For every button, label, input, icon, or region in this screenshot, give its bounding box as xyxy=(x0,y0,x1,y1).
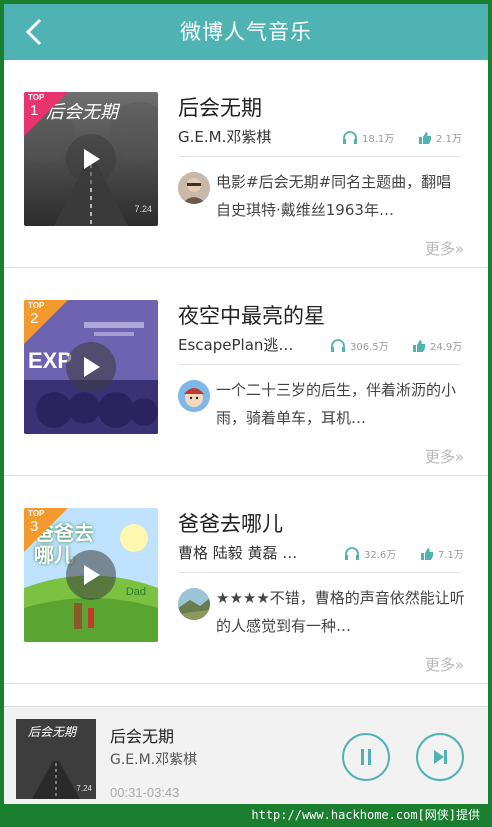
next-track-icon xyxy=(434,750,447,764)
listen-count: 306.5万 xyxy=(330,338,389,353)
watermark: http://www.hackhome.com[网侠]提供 xyxy=(0,804,492,827)
album-cover-date: 7.24 xyxy=(76,784,92,793)
thumbs-up-icon xyxy=(413,339,425,352)
song-title[interactable]: 后会无期 xyxy=(178,92,262,122)
headphones-icon xyxy=(343,130,357,144)
more-link[interactable]: 更多» xyxy=(425,446,464,467)
song-list[interactable]: 后会无期 7.24 TOP 1 后会无期 G.E.M.邓紫棋 18.1万 2.1… xyxy=(4,60,488,706)
rank-number: 1 xyxy=(30,102,39,119)
rank-top-label: TOP xyxy=(28,301,45,310)
avatar-image xyxy=(178,380,210,412)
now-playing-artist: G.E.M.邓紫棋 xyxy=(110,752,198,768)
like-count: 7.1万 xyxy=(420,546,464,561)
like-count: 2.1万 xyxy=(418,130,462,145)
album-cover-subtext: Dad xyxy=(125,586,146,598)
comment-preview: 电影#后会无期#同名主题曲，翻唱自史琪特·戴维丝1963年… xyxy=(216,173,452,219)
play-button[interactable] xyxy=(66,550,116,600)
song-card-1[interactable]: 后会无期 7.24 TOP 1 后会无期 G.E.M.邓紫棋 18.1万 2.1… xyxy=(4,60,488,268)
like-count: 24.9万 xyxy=(412,338,462,353)
listen-count-value: 306.5万 xyxy=(350,342,389,353)
now-playing-cover[interactable]: 后会无期 7.24 xyxy=(16,719,96,799)
now-playing-bar[interactable]: 后会无期 7.24 后会无期 G.E.M.邓紫棋 00:31-03:43 xyxy=(4,706,488,804)
rank-number: 3 xyxy=(30,518,39,535)
song-title[interactable]: 爸爸去哪儿 xyxy=(178,508,283,538)
comment-preview: 一个二十三岁的后生，伴着淅沥的小雨，骑着单车，耳机… xyxy=(216,381,457,427)
artist-name: 曹格 陆毅 黄磊 … xyxy=(178,544,298,562)
pause-icon xyxy=(361,749,371,765)
artist-name: EscapePlan逃… xyxy=(178,336,294,354)
app-frame: 微博人气音乐 后会无期 7.24 TOP 1 后会无期 G.E.M.邓紫棋 18… xyxy=(4,4,488,804)
play-button[interactable] xyxy=(66,342,116,392)
rank-top-label: TOP xyxy=(28,93,45,102)
listen-count-value: 32.6万 xyxy=(364,550,397,561)
headphones-icon xyxy=(331,338,345,352)
like-count-value: 7.1万 xyxy=(438,550,464,561)
like-count-value: 2.1万 xyxy=(436,134,462,145)
avatar-image xyxy=(178,588,210,620)
rank-number: 2 xyxy=(30,310,39,327)
play-icon xyxy=(84,357,100,377)
listen-count: 18.1万 xyxy=(342,130,394,145)
artist-name: G.E.M.邓紫棋 xyxy=(178,128,272,146)
comment-preview: ★★★★不错，曹格的声音依然能让听的人感觉到有一种… xyxy=(216,589,465,635)
commenter-avatar[interactable] xyxy=(178,588,210,620)
listen-count: 32.6万 xyxy=(344,546,396,561)
rank-top-label: TOP xyxy=(28,509,45,518)
now-playing-title: 后会无期 xyxy=(110,727,175,746)
next-track-button[interactable] xyxy=(416,733,464,781)
headphones-icon xyxy=(345,546,359,560)
thumbs-up-icon xyxy=(419,131,431,144)
top-bar: 微博人气音乐 xyxy=(4,4,488,60)
divider xyxy=(178,156,460,157)
divider xyxy=(178,364,460,365)
song-cover[interactable]: 后会无期 7.24 TOP 1 xyxy=(24,92,158,226)
play-button[interactable] xyxy=(66,134,116,184)
commenter-avatar[interactable] xyxy=(178,172,210,204)
song-card-2[interactable]: EXP TOP 2 夜空中最亮的星 EscapePlan逃… 306.5万 24… xyxy=(4,268,488,476)
playback-time: 00:31-03:43 xyxy=(110,785,180,800)
page-title: 微博人气音乐 xyxy=(180,20,312,44)
song-cover[interactable]: 爸爸去哪儿 Dad TOP 3 xyxy=(24,508,158,642)
listen-count-value: 18.1万 xyxy=(362,134,395,145)
play-icon xyxy=(84,565,100,585)
play-icon xyxy=(84,149,100,169)
pause-button[interactable] xyxy=(342,733,390,781)
song-title[interactable]: 夜空中最亮的星 xyxy=(178,300,325,330)
album-cover-text: 后会无期 xyxy=(28,725,77,739)
more-link[interactable]: 更多» xyxy=(425,654,464,675)
avatar-image xyxy=(178,172,210,204)
thumbs-up-icon xyxy=(421,547,433,560)
album-cover-date: 7.24 xyxy=(134,204,152,214)
like-count-value: 24.9万 xyxy=(430,342,463,353)
more-link[interactable]: 更多» xyxy=(425,238,464,259)
song-cover[interactable]: EXP TOP 2 xyxy=(24,300,158,434)
song-card-3[interactable]: 爸爸去哪儿 Dad TOP 3 爸爸去哪儿 曹格 陆毅 黄磊 … 32.6万 7… xyxy=(4,476,488,684)
commenter-avatar[interactable] xyxy=(178,380,210,412)
divider xyxy=(178,572,460,573)
